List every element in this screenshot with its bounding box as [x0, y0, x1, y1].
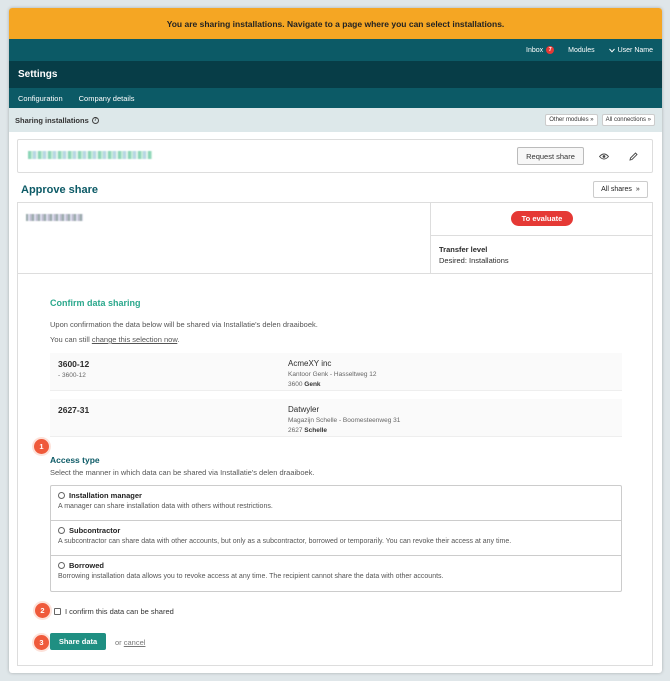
- address-city-line: 3600 Genk: [288, 380, 377, 390]
- step-marker-3: 3: [34, 635, 49, 650]
- view-button[interactable]: [598, 150, 610, 162]
- company-name: AcmeXY inc: [288, 359, 332, 368]
- option-label: Subcontractor: [69, 526, 121, 535]
- city: Genk: [304, 380, 321, 388]
- access-type-options: Installation manager A manager can share…: [50, 485, 622, 592]
- transfer-level-title: Transfer level: [439, 245, 488, 254]
- confirm-description: Upon confirmation the data below will be…: [50, 320, 318, 329]
- tab-configuration[interactable]: Configuration: [18, 94, 63, 103]
- step-marker-2: 2: [35, 603, 50, 618]
- transfer-level-value: Desired: Installations: [439, 256, 509, 265]
- option-description: A subcontractor can share data with othe…: [58, 538, 512, 545]
- change-selection-text: You can still change this selection now.: [50, 335, 179, 344]
- double-chevron-icon: »: [635, 186, 640, 193]
- all-shares-label: All shares: [601, 186, 632, 193]
- chevron-down-icon: [608, 48, 615, 53]
- share-data-button[interactable]: Share data: [50, 633, 106, 650]
- address-line: Magazijn Schelle - Boomesteenweg 31: [288, 417, 401, 424]
- sub-header: Sharing installations ? Other modules » …: [9, 108, 662, 132]
- redacted-company-name: [26, 214, 83, 221]
- info-icon[interactable]: ?: [91, 116, 99, 124]
- company-address: Magazijn Schelle - Boomesteenweg 31 2627…: [288, 416, 400, 435]
- modules-link[interactable]: Modules: [568, 47, 594, 54]
- pencil-icon: [628, 151, 638, 161]
- option-label: Borrowed: [69, 561, 105, 570]
- company-address: Kantoor Genk - Hasseltweg 12 3600 Genk: [288, 370, 377, 389]
- change-selection-prefix: You can still: [50, 335, 92, 344]
- access-type-subtitle: Select the manner in which data can be s…: [50, 468, 315, 477]
- change-selection-link[interactable]: change this selection now: [92, 335, 177, 344]
- option-label: Installation manager: [69, 491, 142, 500]
- radio-button[interactable]: [58, 527, 65, 534]
- inbox-count-badge: 7: [546, 46, 555, 54]
- list-item: 2627-31 Datwyler Magazijn Schelle - Boom…: [50, 399, 622, 437]
- address-city-line: 2627 Schelle: [288, 426, 400, 436]
- access-type-title: Access type: [50, 455, 100, 465]
- shared-installations-list: 3600-12 - 3600-12 AcmeXY inc Kantoor Gen…: [50, 353, 622, 445]
- checkbox[interactable]: [54, 608, 61, 615]
- change-selection-suffix: .: [177, 335, 180, 344]
- radio-button[interactable]: [58, 492, 65, 499]
- inbox-label: Inbox: [526, 46, 544, 54]
- installation-code: 2627-31: [58, 405, 90, 415]
- all-connections-button[interactable]: All connections »: [601, 114, 655, 126]
- approve-share-title: Approve share: [21, 184, 99, 196]
- page-header: Settings: [9, 61, 662, 88]
- divider: [430, 203, 431, 274]
- city: Schelle: [304, 426, 328, 434]
- status-badge: To evaluate: [511, 211, 573, 226]
- divider: [430, 235, 652, 236]
- user-menu[interactable]: User Name: [608, 46, 653, 54]
- option-installation-manager[interactable]: Installation manager A manager can share…: [51, 486, 621, 521]
- address-line: Kantoor Genk - Hasseltweg 12: [288, 371, 377, 378]
- top-bar: Inbox 7 Modules User Name: [9, 39, 662, 61]
- page-title: Settings: [18, 69, 58, 80]
- radio-button[interactable]: [58, 562, 65, 569]
- other-modules-button[interactable]: Other modules »: [545, 114, 598, 126]
- option-subcontractor[interactable]: Subcontractor A subcontractor can share …: [51, 521, 621, 556]
- sharing-banner: You are sharing installations. Navigate …: [9, 8, 662, 39]
- tab-company-details[interactable]: Company details: [79, 94, 135, 103]
- installation-sub: - 3600-12: [58, 372, 86, 379]
- cancel-area: or cancel: [115, 638, 145, 647]
- banner-text: You are sharing installations. Navigate …: [166, 18, 505, 29]
- option-borrowed[interactable]: Borrowed Borrowing installation data all…: [51, 556, 621, 591]
- option-description: A manager can share installation data wi…: [58, 503, 273, 510]
- step-marker-1: 1: [34, 439, 49, 454]
- cancel-link[interactable]: cancel: [124, 638, 146, 647]
- confirm-checkbox-label: I confirm this data can be shared: [65, 607, 174, 616]
- company-name: Datwyler: [288, 405, 320, 414]
- approve-share-panel: To evaluate Transfer level Desired: Inst…: [17, 202, 653, 666]
- redacted-installation-name: [28, 151, 152, 159]
- confirm-share-checkbox[interactable]: I confirm this data can be shared: [54, 607, 174, 616]
- settings-tabs: Configuration Company details: [9, 88, 662, 108]
- inbox-link[interactable]: Inbox 7: [526, 46, 555, 54]
- option-description: Borrowing installation data allows you t…: [58, 573, 444, 580]
- user-name: User Name: [617, 46, 653, 54]
- share-summary-row: To evaluate Transfer level Desired: Inst…: [18, 203, 652, 274]
- request-share-label: Request share: [526, 151, 575, 161]
- zip: 2627: [288, 426, 303, 434]
- app-window: You are sharing installations. Navigate …: [9, 8, 662, 673]
- modules-label: Modules: [568, 46, 595, 54]
- request-share-button[interactable]: Request share: [517, 147, 584, 165]
- eye-icon: [599, 153, 609, 159]
- list-item: 3600-12 - 3600-12 AcmeXY inc Kantoor Gen…: [50, 353, 622, 391]
- installation-card: Request share: [17, 139, 653, 173]
- section-title: Sharing installations: [15, 115, 89, 125]
- all-shares-button[interactable]: All shares »: [593, 181, 648, 198]
- confirm-title: Confirm data sharing: [50, 298, 141, 308]
- zip: 3600: [288, 380, 303, 388]
- installation-code: 3600-12: [58, 359, 90, 369]
- or-text: or: [115, 638, 124, 647]
- edit-button[interactable]: [627, 150, 639, 162]
- transfer-level: Transfer level Desired: Installations: [439, 244, 509, 266]
